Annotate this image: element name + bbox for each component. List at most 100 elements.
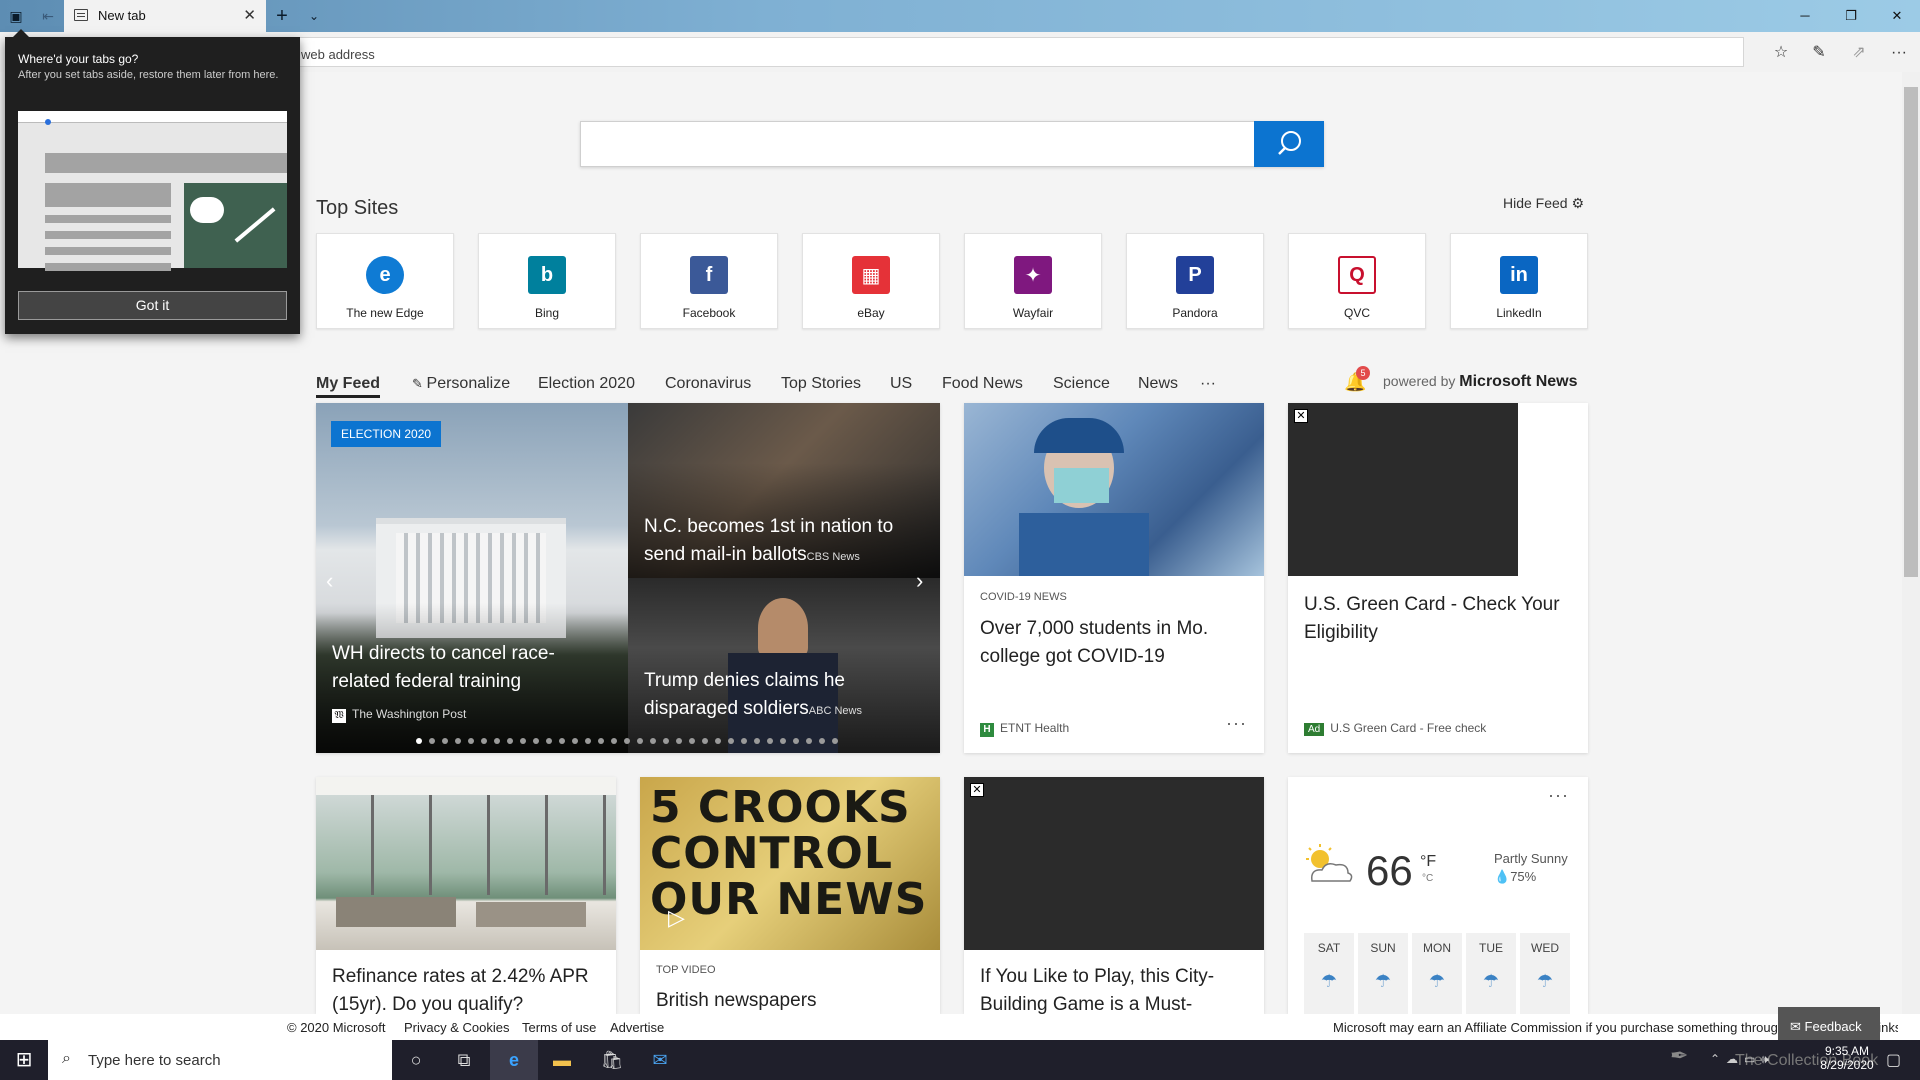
feed-tab-election-2020[interactable]: Election 2020 bbox=[538, 375, 635, 393]
covid-title[interactable]: Over 7,000 students in Mo. college got C… bbox=[980, 615, 1250, 671]
weather-more-button[interactable]: ··· bbox=[1548, 785, 1569, 806]
store-icon[interactable]: 🛍 bbox=[588, 1040, 636, 1080]
close-window-button[interactable]: ✕ bbox=[1874, 0, 1920, 32]
ad-card-green-card[interactable]: ✕ U.S. Green Card - Check Your Eligibili… bbox=[1288, 403, 1588, 753]
game-ad-card[interactable]: ✕ If You Like to Play, this City-Buildin… bbox=[964, 777, 1264, 1014]
carousel-dot[interactable] bbox=[767, 738, 773, 744]
hero-right-bottom-title[interactable]: Trump denies claims he disparaged soldie… bbox=[644, 667, 914, 725]
hero-carousel[interactable]: ELECTION 2020 ‹ › WH directs to cancel r… bbox=[316, 403, 940, 753]
feed-tab-science[interactable]: Science bbox=[1053, 375, 1110, 393]
top-site-ebay[interactable]: ▦ eBay bbox=[802, 233, 940, 329]
carousel-dot[interactable] bbox=[598, 738, 604, 744]
carousel-dot[interactable] bbox=[754, 738, 760, 744]
video-card[interactable]: 5 CROOKS CONTROL OUR NEWS ▷ TOP VIDEO Br… bbox=[640, 777, 940, 1014]
ad-title[interactable]: U.S. Green Card - Check Your Eligibility bbox=[1304, 591, 1574, 647]
carousel-dot[interactable] bbox=[689, 738, 695, 744]
got-it-button[interactable]: Got it bbox=[18, 291, 287, 320]
carousel-dot[interactable] bbox=[520, 738, 526, 744]
carousel-dot[interactable] bbox=[611, 738, 617, 744]
carousel-dot[interactable] bbox=[624, 738, 630, 744]
carousel-dot[interactable] bbox=[780, 738, 786, 744]
carousel-dot[interactable] bbox=[429, 738, 435, 744]
forecast-day[interactable]: SAT ☂ bbox=[1304, 933, 1354, 1014]
covid-card[interactable]: COVID-19 NEWS Over 7,000 students in Mo.… bbox=[964, 403, 1264, 753]
search-box[interactable] bbox=[580, 121, 1324, 167]
carousel-dot[interactable] bbox=[455, 738, 461, 744]
carousel-dot[interactable] bbox=[468, 738, 474, 744]
search-button[interactable] bbox=[1254, 121, 1324, 167]
taskbar-search-input[interactable]: ⌕ Type here to search bbox=[48, 1040, 392, 1080]
top-site-linkedin[interactable]: in LinkedIn bbox=[1450, 233, 1588, 329]
top-site-facebook[interactable]: f Facebook bbox=[640, 233, 778, 329]
hero-left-title[interactable]: WH directs to cancel race-related federa… bbox=[332, 640, 602, 696]
maximize-button[interactable]: ❐ bbox=[1828, 0, 1874, 32]
carousel-next-icon[interactable]: › bbox=[916, 568, 923, 594]
close-tab-icon[interactable]: ✕ bbox=[243, 6, 256, 24]
address-input[interactable]: web address bbox=[296, 37, 1744, 67]
feed-tab-top-stories[interactable]: Top Stories bbox=[781, 375, 861, 393]
feed-tab-more[interactable]: ··· bbox=[1200, 375, 1216, 393]
video-title[interactable]: British newspapers bbox=[656, 987, 936, 1014]
restore-tabs-icon[interactable]: ⇤ bbox=[38, 6, 58, 26]
carousel-dot[interactable] bbox=[819, 738, 825, 744]
carousel-dot[interactable] bbox=[702, 738, 708, 744]
top-site-wayfair[interactable]: ✦ Wayfair bbox=[964, 233, 1102, 329]
tabs-aside-icon[interactable]: ▣ bbox=[6, 6, 26, 26]
ad-close-icon[interactable]: ✕ bbox=[970, 783, 984, 797]
feed-tab-us[interactable]: US bbox=[890, 375, 912, 393]
covid-more-button[interactable]: ··· bbox=[1226, 713, 1247, 734]
forecast-day[interactable]: TUE ☂ bbox=[1466, 933, 1516, 1014]
carousel-dot[interactable] bbox=[676, 738, 682, 744]
unit-c-toggle[interactable]: °C bbox=[1422, 873, 1433, 884]
carousel-dot[interactable] bbox=[832, 738, 838, 744]
carousel-dot[interactable] bbox=[572, 738, 578, 744]
carousel-dot[interactable] bbox=[442, 738, 448, 744]
scrollbar[interactable] bbox=[1902, 72, 1920, 1014]
share-icon[interactable]: ⇗ bbox=[1846, 40, 1872, 66]
task-view-icon[interactable]: ⧉ bbox=[440, 1040, 488, 1080]
carousel-dot[interactable] bbox=[728, 738, 734, 744]
top-site-pandora[interactable]: P Pandora bbox=[1126, 233, 1264, 329]
carousel-dot[interactable] bbox=[741, 738, 747, 744]
carousel-dot[interactable] bbox=[637, 738, 643, 744]
clock[interactable]: 9:35 AM 8/29/2020 bbox=[1812, 1044, 1882, 1072]
carousel-dot[interactable] bbox=[806, 738, 812, 744]
feed-tab-coronavirus[interactable]: Coronavirus bbox=[665, 375, 751, 393]
mail-icon[interactable]: ✉ bbox=[636, 1040, 684, 1080]
top-site-qvc[interactable]: Q QVC bbox=[1288, 233, 1426, 329]
forecast-day[interactable]: SUN ☂ bbox=[1358, 933, 1408, 1014]
terms-link[interactable]: Terms of use bbox=[522, 1020, 596, 1035]
weather-card[interactable]: ··· 66 °F °C Partly Sunny 💧75% SAT ☂ SUN ☂ M… bbox=[1288, 777, 1588, 1014]
favorites-icon[interactable]: ☆ bbox=[1768, 40, 1794, 66]
ad-close-icon[interactable]: ✕ bbox=[1294, 409, 1308, 423]
carousel-dot[interactable] bbox=[533, 738, 539, 744]
notifications-center-icon[interactable]: ▢ bbox=[1886, 1050, 1901, 1070]
unit-f-toggle[interactable]: °F bbox=[1420, 853, 1436, 871]
edge-taskbar-icon[interactable]: e bbox=[490, 1040, 538, 1080]
file-explorer-icon[interactable]: ▬ bbox=[538, 1040, 586, 1080]
play-icon[interactable]: ▷ bbox=[668, 905, 685, 931]
carousel-dot[interactable] bbox=[559, 738, 565, 744]
carousel-dot[interactable] bbox=[585, 738, 591, 744]
carousel-dot[interactable] bbox=[715, 738, 721, 744]
carousel-dot[interactable] bbox=[546, 738, 552, 744]
carousel-dot[interactable] bbox=[650, 738, 656, 744]
tab-new-tab[interactable]: New tab ✕ bbox=[64, 0, 266, 32]
feed-tab-personalize[interactable]: ✎ Personalize bbox=[412, 375, 510, 393]
carousel-dot[interactable] bbox=[793, 738, 799, 744]
minimize-button[interactable]: ─ bbox=[1782, 0, 1828, 32]
more-menu-icon[interactable]: ··· bbox=[1886, 40, 1912, 66]
feed-tab-my-feed[interactable]: My Feed bbox=[316, 375, 381, 398]
refinance-title[interactable]: Refinance rates at 2.42% APR (15yr). Do … bbox=[332, 963, 612, 1014]
feed-tab-news[interactable]: News bbox=[1138, 375, 1178, 393]
web-note-icon[interactable]: ✎ bbox=[1806, 40, 1832, 66]
carousel-dot[interactable] bbox=[481, 738, 487, 744]
carousel-pager[interactable] bbox=[416, 738, 838, 744]
refinance-card[interactable]: Refinance rates at 2.42% APR (15yr). Do … bbox=[316, 777, 616, 1014]
feed-tab-food-news[interactable]: Food News bbox=[942, 375, 1023, 393]
carousel-dot[interactable] bbox=[507, 738, 513, 744]
privacy-link[interactable]: Privacy & Cookies bbox=[404, 1020, 509, 1035]
carousel-prev-icon[interactable]: ‹ bbox=[326, 568, 333, 594]
top-site-the-new-edge[interactable]: e The new Edge bbox=[316, 233, 454, 329]
carousel-dot[interactable] bbox=[416, 738, 422, 744]
